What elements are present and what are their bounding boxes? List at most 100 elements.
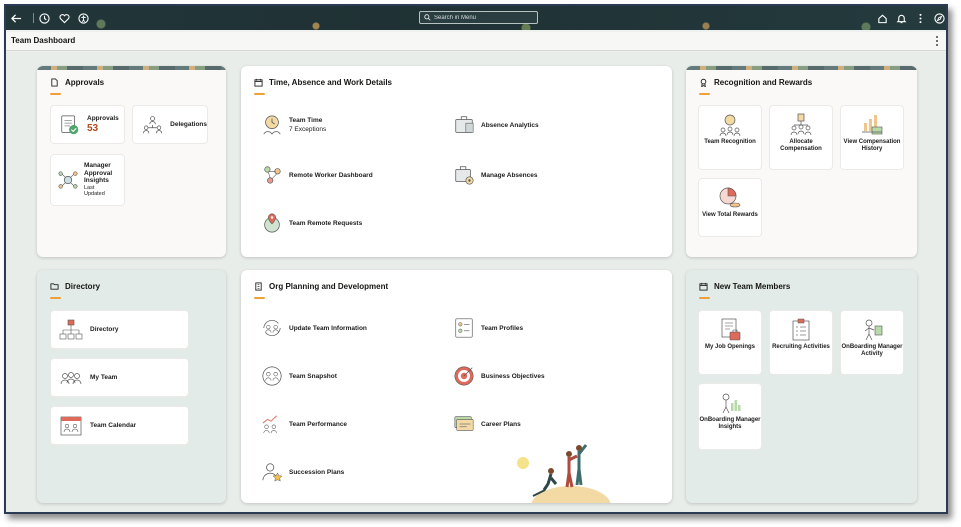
business-objectives-link[interactable]: Business Objectives <box>453 365 545 387</box>
folder-icon <box>50 283 59 290</box>
directory-card: Directory Directory My Team Team Calenda… <box>37 270 226 503</box>
manager-approval-insights-tile[interactable]: Manager Approval Insights Last Updated <box>51 155 124 205</box>
card-title: Time, Absence and Work Details <box>254 78 392 87</box>
team-recognition-icon <box>719 114 741 137</box>
card-banner-stripe <box>37 66 226 70</box>
my-job-openings-label: My Job Openings <box>704 344 755 350</box>
directory-tile[interactable]: Directory <box>51 311 188 348</box>
back-arrow-icon[interactable] <box>9 11 23 25</box>
title-accent-bar <box>254 297 265 299</box>
award-icon <box>700 78 707 87</box>
calendar-person-icon <box>699 282 708 291</box>
update-team-icon <box>263 319 281 337</box>
building-icon <box>255 282 262 291</box>
approvals-tile[interactable]: Approvals 53 <box>51 106 124 143</box>
time-absence-card: Time, Absence and Work Details Team Time… <box>241 66 672 257</box>
approvals-card: Approvals Approvals 53 Delegations Manag… <box>37 66 226 257</box>
onboarding-manager-insights-tile[interactable]: OnBoarding Manager Insights <box>699 384 761 449</box>
absence-analytics-label: Absence Analytics <box>481 121 539 129</box>
accessibility-icon[interactable] <box>76 11 90 25</box>
approvals-tile-label: Approvals <box>87 115 119 123</box>
page-header: Team Dashboard <box>6 32 946 51</box>
page-actions-icon[interactable] <box>934 36 940 46</box>
team-time-icon <box>263 115 281 135</box>
team-remote-requests-link[interactable]: Team Remote Requests <box>261 212 362 234</box>
title-accent-bar <box>699 297 710 299</box>
delegations-tile-label: Delegations <box>170 120 207 128</box>
divider <box>33 13 34 23</box>
view-total-rewards-tile[interactable]: View Total Rewards <box>699 179 761 236</box>
new-team-members-card: New Team Members My Job Openings Recruit… <box>686 270 917 503</box>
recent-history-icon[interactable] <box>37 11 51 25</box>
succession-plans-icon <box>262 463 283 482</box>
document-icon <box>51 78 58 87</box>
onboarding-manager-activity-tile[interactable]: OnBoarding Manager Activity <box>841 311 903 374</box>
allocate-compensation-tile[interactable]: Allocate Compensation <box>770 106 832 169</box>
onboarding-activity-icon <box>864 319 883 341</box>
search-input[interactable] <box>434 14 534 21</box>
update-team-information-link[interactable]: Update Team Information <box>261 317 367 339</box>
my-job-openings-tile[interactable]: My Job Openings <box>699 311 761 374</box>
new-members-card-title: New Team Members <box>714 282 791 291</box>
team-profiles-link[interactable]: Team Profiles <box>453 317 523 339</box>
menu-search-field[interactable] <box>419 11 538 24</box>
org-planning-card: Org Planning and Development Update Team… <box>241 270 672 503</box>
team-profiles-icon <box>455 318 473 338</box>
org-chart-icon <box>59 319 83 339</box>
compensation-history-chart-icon <box>862 115 883 135</box>
recruiting-activities-label: Recruiting Activities <box>772 344 830 350</box>
team-recognition-tile[interactable]: Team Recognition <box>699 106 761 169</box>
my-team-tile[interactable]: My Team <box>51 359 188 396</box>
favorites-heart-icon[interactable] <box>57 11 71 25</box>
home-icon[interactable] <box>875 11 889 25</box>
insights-last-updated: Last Updated <box>84 184 105 198</box>
allocate-compensation-label: Allocate Compensation <box>780 139 822 152</box>
calendar-clock-icon <box>254 78 263 87</box>
app-window: Team Dashboard Approvals Approvals <box>4 4 948 514</box>
remote-worker-dashboard-link[interactable]: Remote Worker Dashboard <box>261 164 373 186</box>
view-compensation-history-tile[interactable]: View Compensation History <box>841 106 903 169</box>
team-performance-link[interactable]: Team Performance <box>261 413 347 435</box>
team-remote-requests-icon <box>264 213 280 233</box>
career-plans-label: Career Plans <box>481 420 521 428</box>
manage-absences-link[interactable]: Manage Absences <box>453 164 537 186</box>
card-title: Directory <box>50 282 100 291</box>
target-icon <box>454 366 474 386</box>
title-accent-bar <box>699 93 710 95</box>
business-objectives-label: Business Objectives <box>481 372 545 380</box>
career-plans-icon <box>454 416 474 431</box>
search-icon <box>424 14 431 21</box>
absence-analytics-link[interactable]: Absence Analytics <box>453 114 539 136</box>
succession-plans-link[interactable]: Succession Plans <box>261 461 344 483</box>
page-title: Team Dashboard <box>11 36 76 45</box>
job-openings-icon <box>721 318 741 341</box>
insights-network-icon <box>58 171 78 189</box>
delegation-people-icon <box>143 115 163 133</box>
org-card-title: Org Planning and Development <box>269 282 389 291</box>
card-title: Recognition and Rewards <box>699 78 812 87</box>
team-snapshot-label: Team Snapshot <box>289 372 337 380</box>
team-snapshot-link[interactable]: Team Snapshot <box>261 365 337 387</box>
team-calendar-tile[interactable]: Team Calendar <box>51 407 188 444</box>
team-calendar-tile-label: Team Calendar <box>90 421 137 429</box>
team-time-exceptions: 7 Exceptions <box>289 126 327 133</box>
my-team-people-icon <box>60 371 82 384</box>
succession-plans-label: Succession Plans <box>289 468 345 476</box>
view-compensation-history-label: View Compensation History <box>843 139 901 152</box>
navigator-compass-icon[interactable] <box>932 11 946 25</box>
recruiting-activities-tile[interactable]: Recruiting Activities <box>770 311 832 374</box>
manage-absences-label: Manage Absences <box>481 171 538 179</box>
total-rewards-pie-icon <box>719 187 741 208</box>
onboarding-manager-insights-label: OnBoarding Manager Insights <box>699 417 761 430</box>
notifications-bell-icon[interactable] <box>894 11 908 25</box>
recognition-card: Recognition and Rewards Team Recognition… <box>686 66 917 257</box>
update-team-information-label: Update Team Information <box>289 324 367 332</box>
delegations-tile[interactable]: Delegations <box>133 106 207 143</box>
team-time-label: Team Time <box>289 117 323 124</box>
title-accent-bar <box>50 297 61 299</box>
card-title: Org Planning and Development <box>254 282 388 291</box>
approval-document-icon <box>61 114 79 134</box>
recruiting-checklist-icon <box>792 318 810 341</box>
team-time-link[interactable]: Team Time 7 Exceptions <box>261 114 326 136</box>
more-actions-icon[interactable] <box>913 11 927 25</box>
